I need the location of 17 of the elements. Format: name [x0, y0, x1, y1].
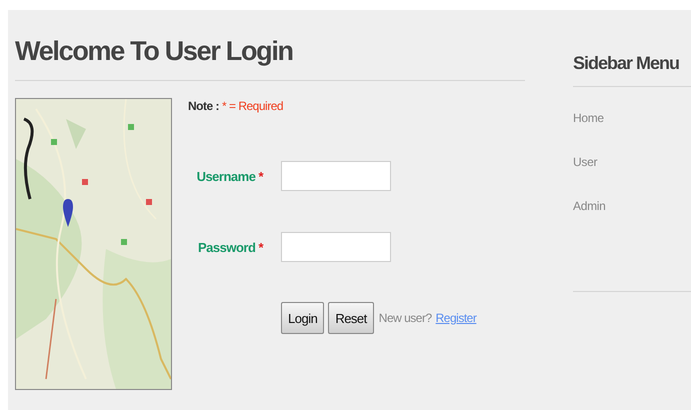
input-field[interactable] — [281, 161, 391, 191]
sidebar-item[interactable]: User — [573, 155, 691, 169]
register-link[interactable]: Register — [436, 311, 476, 325]
required-mark: * — [258, 240, 263, 254]
required-note: * = Required — [222, 99, 284, 113]
form-button[interactable]: Reset — [328, 302, 374, 334]
sidebar-item[interactable]: Home — [573, 111, 691, 125]
sidebar-title: Sidebar Menu — [573, 53, 680, 75]
note-label: Note : — [188, 99, 219, 113]
form-button[interactable]: Login — [281, 302, 324, 334]
page-title: Welcome To User Login — [15, 35, 294, 68]
sidebar-item[interactable]: Admin — [573, 199, 691, 213]
register-prompt: New user? — [378, 311, 432, 325]
field-label: Username — [196, 168, 256, 184]
field-label: Password — [198, 240, 256, 254]
input-field[interactable] — [281, 232, 391, 262]
required-mark: * — [258, 168, 263, 184]
